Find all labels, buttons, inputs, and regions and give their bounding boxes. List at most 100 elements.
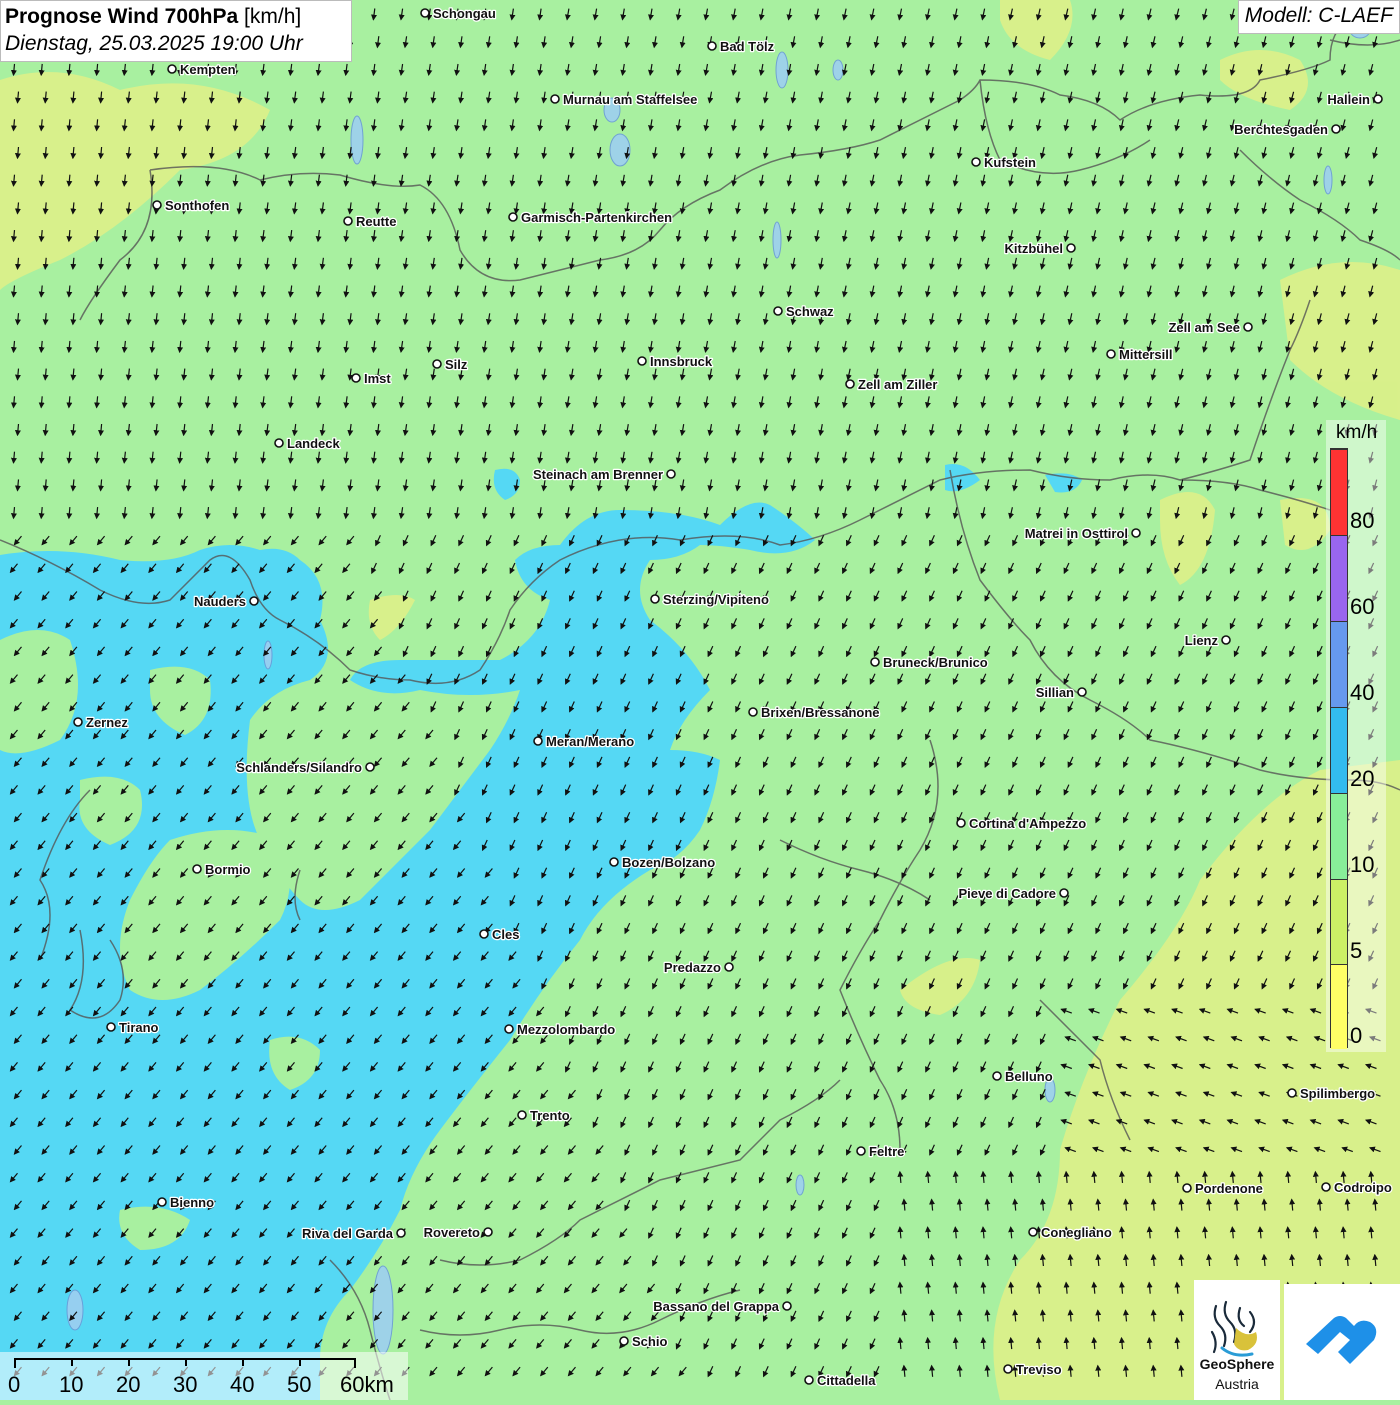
city-dot bbox=[707, 41, 717, 51]
legend-label: 80 bbox=[1350, 508, 1375, 533]
city-label: Treviso bbox=[1016, 1362, 1062, 1377]
city-label: Hallein bbox=[1327, 92, 1370, 107]
city-dot bbox=[550, 94, 560, 104]
city-dot bbox=[1243, 322, 1253, 332]
city-dot bbox=[992, 1071, 1002, 1081]
scale-label: 20 bbox=[116, 1372, 141, 1397]
scale-tick bbox=[299, 1358, 301, 1366]
city-label: Reutte bbox=[356, 214, 396, 229]
city-label: Spilimbergo bbox=[1300, 1086, 1375, 1101]
forecast-datetime: Dienstag, 25.03.2025 19:00 Uhr bbox=[5, 32, 303, 55]
city-dot bbox=[533, 736, 543, 746]
city-label: Riva del Garda bbox=[302, 1226, 394, 1241]
scale-tick bbox=[71, 1358, 73, 1366]
scale-tick bbox=[242, 1358, 244, 1366]
scale-label: 30 bbox=[173, 1372, 198, 1397]
city-dot bbox=[971, 157, 981, 167]
geosphere-logo: GeoSphere Austria bbox=[1194, 1280, 1280, 1400]
city-dot bbox=[157, 1197, 167, 1207]
city-dot bbox=[1331, 124, 1341, 134]
map-title: Prognose Wind 700hPa [km/h] bbox=[5, 4, 351, 30]
city-dot bbox=[1106, 349, 1116, 359]
scale-label: 50 bbox=[287, 1372, 312, 1397]
city-dot bbox=[1182, 1183, 1192, 1193]
city-label: Bozen/Bolzano bbox=[622, 855, 715, 870]
city-label: Bormio bbox=[205, 862, 251, 877]
city-dot bbox=[782, 1301, 792, 1311]
city-label: Zell am Ziller bbox=[858, 377, 937, 392]
scale-tick bbox=[128, 1358, 130, 1366]
city-label: Conegliano bbox=[1041, 1225, 1112, 1240]
scale-label: 40 bbox=[230, 1372, 255, 1397]
legend-label: 10 bbox=[1350, 852, 1375, 877]
city-dot bbox=[167, 64, 177, 74]
city-dot bbox=[343, 216, 353, 226]
city-dot bbox=[152, 200, 162, 210]
city-label: Belluno bbox=[1005, 1069, 1053, 1084]
legend-segment bbox=[1331, 879, 1347, 964]
city-dot bbox=[845, 379, 855, 389]
city-label: Feltre bbox=[869, 1144, 904, 1159]
city-dot bbox=[420, 8, 430, 18]
city-label: Pieve di Cadore bbox=[958, 886, 1056, 901]
city-label: Lienz bbox=[1185, 633, 1219, 648]
city-dot bbox=[666, 469, 676, 479]
city-dot bbox=[274, 438, 284, 448]
city-dot bbox=[351, 373, 361, 383]
city-label: Sonthofen bbox=[165, 198, 229, 213]
city-label: Zell am See bbox=[1168, 320, 1240, 335]
city-label: Steinach am Brenner bbox=[533, 467, 663, 482]
city-dot bbox=[609, 857, 619, 867]
city-label: Trento bbox=[530, 1108, 570, 1123]
city-label: Rovereto bbox=[424, 1225, 480, 1240]
city-label: Bruneck/Brunico bbox=[883, 655, 988, 670]
city-dot bbox=[365, 762, 375, 772]
city-label: Murnau am Staffelsee bbox=[563, 92, 697, 107]
legend-label: 0 bbox=[1350, 1023, 1363, 1048]
city-dot bbox=[724, 962, 734, 972]
city-label: Kufstein bbox=[984, 155, 1036, 170]
city-label: Schongau bbox=[433, 6, 496, 21]
geosphere-emblem-icon bbox=[1210, 1300, 1257, 1357]
city-dot bbox=[870, 657, 880, 667]
app-logo bbox=[1284, 1284, 1400, 1400]
city-dot bbox=[956, 818, 966, 828]
city-dot bbox=[106, 1022, 116, 1032]
city-dot bbox=[504, 1024, 514, 1034]
city-label: Cles bbox=[492, 927, 519, 942]
city-dot bbox=[1003, 1364, 1013, 1374]
city-dot bbox=[1077, 687, 1087, 697]
city-dot bbox=[650, 594, 660, 604]
city-label: Meran/Merano bbox=[546, 734, 634, 749]
city-dot bbox=[1287, 1088, 1297, 1098]
city-label: Schwaz bbox=[786, 304, 834, 319]
city-dot bbox=[856, 1146, 866, 1156]
scale-label: 60km bbox=[340, 1372, 394, 1397]
title-main: Prognose Wind 700hPa bbox=[5, 5, 239, 28]
city-label: Schlanders/Silandro bbox=[236, 760, 362, 775]
legend-segment bbox=[1331, 449, 1347, 535]
model-label: Modell: C-LAEF bbox=[1237, 0, 1400, 34]
scale-label: 0 bbox=[8, 1372, 21, 1397]
cloud-arrow-icon bbox=[1306, 1316, 1377, 1364]
scale-label: 10 bbox=[59, 1372, 84, 1397]
city-label: Mittersill bbox=[1119, 347, 1172, 362]
city-label: Nauders bbox=[194, 594, 246, 609]
city-dot bbox=[748, 707, 758, 717]
legend-unit: km/h bbox=[1336, 422, 1378, 443]
city-label: Innsbruck bbox=[650, 354, 713, 369]
city-dot bbox=[249, 596, 259, 606]
legend-segment bbox=[1331, 621, 1347, 707]
city-label: Zernez bbox=[86, 715, 128, 730]
city-label: Codroipo bbox=[1334, 1180, 1392, 1195]
city-label: Pordenone bbox=[1195, 1181, 1263, 1196]
legend-segment bbox=[1331, 793, 1347, 879]
title-box: Prognose Wind 700hPa [km/h] Dienstag, 25… bbox=[0, 0, 352, 62]
logo-line1: GeoSphere bbox=[1199, 1356, 1275, 1372]
city-label: Kempten bbox=[180, 62, 236, 77]
color-legend: km/h 80 60 40 20 10 5 0 bbox=[1326, 420, 1386, 1052]
city-label: Landeck bbox=[287, 436, 341, 451]
legend-label: 40 bbox=[1350, 680, 1375, 705]
city-label: Cortina d'Ampezzo bbox=[969, 816, 1086, 831]
city-dot bbox=[1373, 94, 1383, 104]
